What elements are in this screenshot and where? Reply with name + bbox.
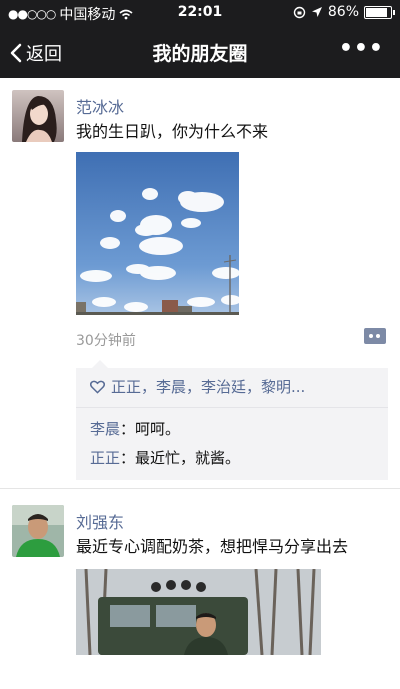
comment-text: 呵呵。 <box>135 420 181 438</box>
comment-author[interactable]: 李晨 <box>90 420 120 438</box>
comment-icon[interactable] <box>364 328 386 344</box>
post-text: 我的生日趴，你为什么不来 <box>76 122 269 141</box>
rotation-lock-icon <box>293 6 306 18</box>
post-photo[interactable] <box>76 569 321 655</box>
comment-separator: ： <box>120 420 136 438</box>
location-icon <box>311 7 322 17</box>
more-button[interactable]: ••• <box>339 36 384 61</box>
heart-icon <box>90 380 105 394</box>
avatar[interactable] <box>12 90 64 142</box>
comment-list: 李晨：呵呵。 正正：最近忙，就酱。 <box>76 408 388 480</box>
nav-bar: 返回 我的朋友圈 ••• <box>0 26 400 78</box>
likes-comments-box: 正正，李晨，李治廷，黎明... 李晨：呵呵。 正正：最近忙，就酱。 <box>76 360 388 480</box>
post-photo[interactable] <box>76 152 239 315</box>
battery-percent: 86% <box>327 4 359 20</box>
post-text: 最近专心调配奶茶，想把悍马分享出去 <box>76 537 349 556</box>
battery-icon <box>364 5 395 19</box>
comment-separator: ： <box>120 449 136 467</box>
post-author[interactable]: 刘强东 <box>76 509 124 533</box>
sky-photo <box>76 152 239 315</box>
post-time: 30分钟前 <box>76 333 136 349</box>
avatar[interactable] <box>12 505 64 557</box>
status-right: 86% <box>293 4 395 20</box>
post-author[interactable]: 范冰冰 <box>76 94 124 118</box>
comment-item[interactable]: 李晨：呵呵。 <box>76 414 388 443</box>
likes-row: 正正，李晨，李治廷，黎明... <box>76 368 388 408</box>
post-item: 范冰冰 我的生日趴，你为什么不来 30分钟前 正正，李晨，李治廷，黎明... 李… <box>0 78 400 489</box>
battery-fill <box>366 7 387 17</box>
avatar-photo <box>12 505 64 557</box>
status-bar: ●●○○○ 中国移动 22:01 86% <box>0 0 400 26</box>
post-item: 刘强东 最近专心调配奶茶，想把悍马分享出去 <box>0 489 400 689</box>
comment-item[interactable]: 正正：最近忙，就酱。 <box>76 443 388 472</box>
likes-names[interactable]: 正正，李晨，李治廷，黎明... <box>111 376 305 397</box>
comment-text: 最近忙，就酱。 <box>135 449 241 467</box>
avatar-photo <box>12 90 64 142</box>
hummer-photo <box>76 569 321 655</box>
comment-author[interactable]: 正正 <box>90 449 120 467</box>
moments-feed: 范冰冰 我的生日趴，你为什么不来 30分钟前 正正，李晨，李治廷，黎明... 李… <box>0 78 400 689</box>
